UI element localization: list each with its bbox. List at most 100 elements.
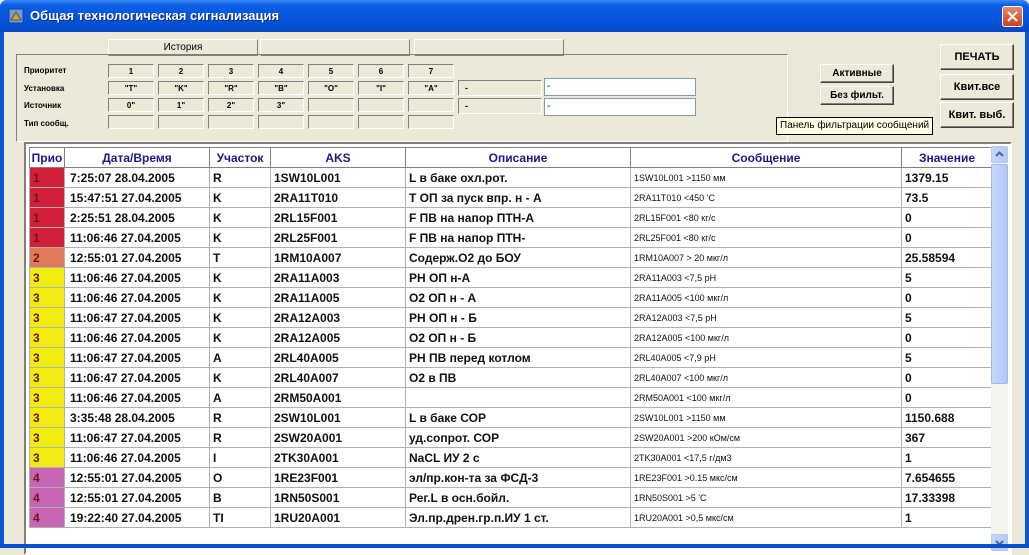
cell-desc: О2 ОП н - А: [405, 287, 631, 308]
cell-area: A: [209, 347, 271, 368]
table-row[interactable]: 4 12:55:01 27.04.2005 O 1RE23F001 эл/пр.кон-…: [29, 467, 993, 488]
cell-datetime: 11:06:47 27.04.2005: [64, 427, 210, 448]
table-row[interactable]: 1 11:06:46 27.04.2005 K 2RL25F001 F ПВ на на…: [29, 227, 993, 248]
cell-msg: 1SW10L001 >1150 мм: [630, 167, 902, 188]
cell-datetime: 2:25:51 28.04.2005: [64, 207, 210, 228]
cell-prio: 4: [29, 507, 65, 528]
cell-area: K: [209, 207, 271, 228]
title-bar[interactable]: Общая технологическая сигнализация: [0, 0, 1029, 32]
setting-cell-3[interactable]: "R": [208, 81, 254, 95]
priority-cell-5[interactable]: 5: [308, 64, 354, 78]
cell-area: R: [209, 407, 271, 428]
source-cell-7[interactable]: [408, 98, 454, 112]
col-header-area[interactable]: Участок: [209, 147, 271, 168]
setting-label: Установка: [24, 84, 65, 93]
cell-prio: 3: [29, 447, 65, 468]
no-filter-button[interactable]: Без фильт.: [820, 86, 894, 105]
priority-cell-1[interactable]: 1: [108, 64, 154, 78]
msg-type-cell-4[interactable]: [258, 115, 304, 129]
priority-cell-7[interactable]: 7: [408, 64, 454, 78]
priority-cell-2[interactable]: 2: [158, 64, 204, 78]
table-row[interactable]: 3 11:06:47 27.04.2005 A 2RL40A005 PH ПВ пере…: [29, 347, 993, 368]
msg-type-cell-2[interactable]: [158, 115, 204, 129]
msg-type-cell-1[interactable]: [108, 115, 154, 129]
table-row[interactable]: 3 11:06:47 27.04.2005 R 2SW20A001 уд.сопрот.…: [29, 427, 993, 448]
filter-input-1[interactable]: -: [544, 78, 696, 96]
cell-aks: 2SW10L001: [270, 407, 406, 428]
col-header-msg[interactable]: Сообщение: [630, 147, 902, 168]
cell-msg: 1RU20A001 >0,5 мкс/см: [630, 507, 902, 528]
cell-area: K: [209, 287, 271, 308]
table-row[interactable]: 3 11:06:46 27.04.2005 K 2RA11A005 О2 ОП н - …: [29, 287, 993, 308]
msg-type-cell-7[interactable]: [408, 115, 454, 129]
source-cell-1[interactable]: 0": [108, 98, 154, 112]
table-row[interactable]: 1 7:25:07 28.04.2005 R 1SW10L001 L в баке ох…: [29, 167, 993, 188]
print-button[interactable]: ПЕЧАТЬ: [940, 44, 1014, 70]
cell-value: 73.5: [901, 187, 993, 208]
filter-input-2[interactable]: -: [544, 98, 696, 116]
cell-aks: 1RM10A007: [270, 247, 406, 268]
table-row[interactable]: 3 11:06:46 27.04.2005 K 2RA11A003 PH ОП н-А 2…: [29, 267, 993, 288]
source-cell-2[interactable]: 1": [158, 98, 204, 112]
cell-desc: L в баке охл.рот.: [405, 167, 631, 188]
col-header-prio[interactable]: Прио: [29, 147, 65, 168]
cell-prio: 2: [29, 247, 65, 268]
cell-value: 0: [901, 327, 993, 348]
table-row[interactable]: 3 11:06:47 27.04.2005 K 2RA12A003 PH ОП н - …: [29, 307, 993, 328]
filter-tooltip: Панель фильтрации сообщений: [776, 117, 934, 135]
setting-cell-4[interactable]: "B": [258, 81, 304, 95]
source-cell-4[interactable]: 3": [258, 98, 304, 112]
col-header-value[interactable]: Значение: [901, 147, 993, 168]
ack-all-button[interactable]: Квит.все: [940, 74, 1014, 100]
source-cell-6[interactable]: [358, 98, 404, 112]
msg-type-cell-6[interactable]: [358, 115, 404, 129]
priority-cell-3[interactable]: 3: [208, 64, 254, 78]
source-cell-5[interactable]: [308, 98, 354, 112]
cell-desc: О2 в ПВ: [405, 367, 631, 388]
scroll-down-button[interactable]: [991, 534, 1008, 551]
table-row[interactable]: 3 11:06:47 27.04.2005 K 2RL40A007 О2 в ПВ 2RL…: [29, 367, 993, 388]
cell-area: K: [209, 367, 271, 388]
msg-type-cell-5[interactable]: [308, 115, 354, 129]
setting-cell-1[interactable]: "T": [108, 81, 154, 95]
cell-datetime: 3:35:48 28.04.2005: [64, 407, 210, 428]
cell-value: 0: [901, 387, 993, 408]
table-row[interactable]: 1 15:47:51 27.04.2005 K 2RA11T010 T ОП за пу…: [29, 187, 993, 208]
active-button[interactable]: Активные: [820, 64, 894, 83]
priority-cell-4[interactable]: 4: [258, 64, 304, 78]
cell-msg: 2RL40A005 <7,9 pH: [630, 347, 902, 368]
scroll-thumb[interactable]: [991, 164, 1008, 384]
setting-cell-5[interactable]: "O": [308, 81, 354, 95]
cell-desc: PH ОП н - Б: [405, 307, 631, 328]
col-header-aks[interactable]: AKS: [270, 147, 406, 168]
ack-selected-button[interactable]: Квит. выб.: [940, 102, 1014, 128]
setting-cell-6[interactable]: "I": [358, 81, 404, 95]
filter-dash-1[interactable]: -: [458, 80, 542, 96]
vertical-scrollbar[interactable]: [991, 146, 1008, 551]
cell-prio: 3: [29, 387, 65, 408]
table-row[interactable]: 3 11:06:46 27.04.2005 A 2RM50A001 2RM50A001 …: [29, 387, 993, 408]
table-row[interactable]: 1 2:25:51 28.04.2005 K 2RL15F001 F ПВ на нап…: [29, 207, 993, 228]
close-button[interactable]: [1002, 6, 1023, 27]
setting-cell-7[interactable]: "A": [408, 81, 454, 95]
cell-aks: 1SW10L001: [270, 167, 406, 188]
filter-dash-2[interactable]: -: [458, 98, 542, 114]
table-row[interactable]: 2 12:55:01 27.04.2005 T 1RM10A007 Содерж.О2 …: [29, 247, 993, 268]
priority-cell-6[interactable]: 6: [358, 64, 404, 78]
table-row[interactable]: 4 12:55:01 27.04.2005 B 1RN50S001 Рег.L в ос…: [29, 487, 993, 508]
cell-datetime: 11:06:46 27.04.2005: [64, 287, 210, 308]
source-cell-3[interactable]: 2": [208, 98, 254, 112]
cell-value: 7.654655: [901, 467, 993, 488]
cell-prio: 4: [29, 487, 65, 508]
cell-datetime: 11:06:46 27.04.2005: [64, 447, 210, 468]
setting-cell-2[interactable]: "K": [158, 81, 204, 95]
col-header-desc[interactable]: Описание: [405, 147, 631, 168]
table-row[interactable]: 3 11:06:46 27.04.2005 K 2RA12A005 О2 ОП н - …: [29, 327, 993, 348]
table-row[interactable]: 4 19:22:40 27.04.2005 TI 1RU20A001 Эл.пр.дре…: [29, 507, 993, 528]
table-row[interactable]: 3 11:06:46 27.04.2005 I 2TK30A001 NaCL ИУ 2 …: [29, 447, 993, 468]
col-header-datetime[interactable]: Дата/Время: [64, 147, 210, 168]
msg-type-cell-3[interactable]: [208, 115, 254, 129]
scroll-up-button[interactable]: [991, 146, 1008, 163]
table-row[interactable]: 3 3:35:48 28.04.2005 R 2SW10L001 L в баке СО…: [29, 407, 993, 428]
cell-msg: 2RL15F001 <80 кг/с: [630, 207, 902, 228]
